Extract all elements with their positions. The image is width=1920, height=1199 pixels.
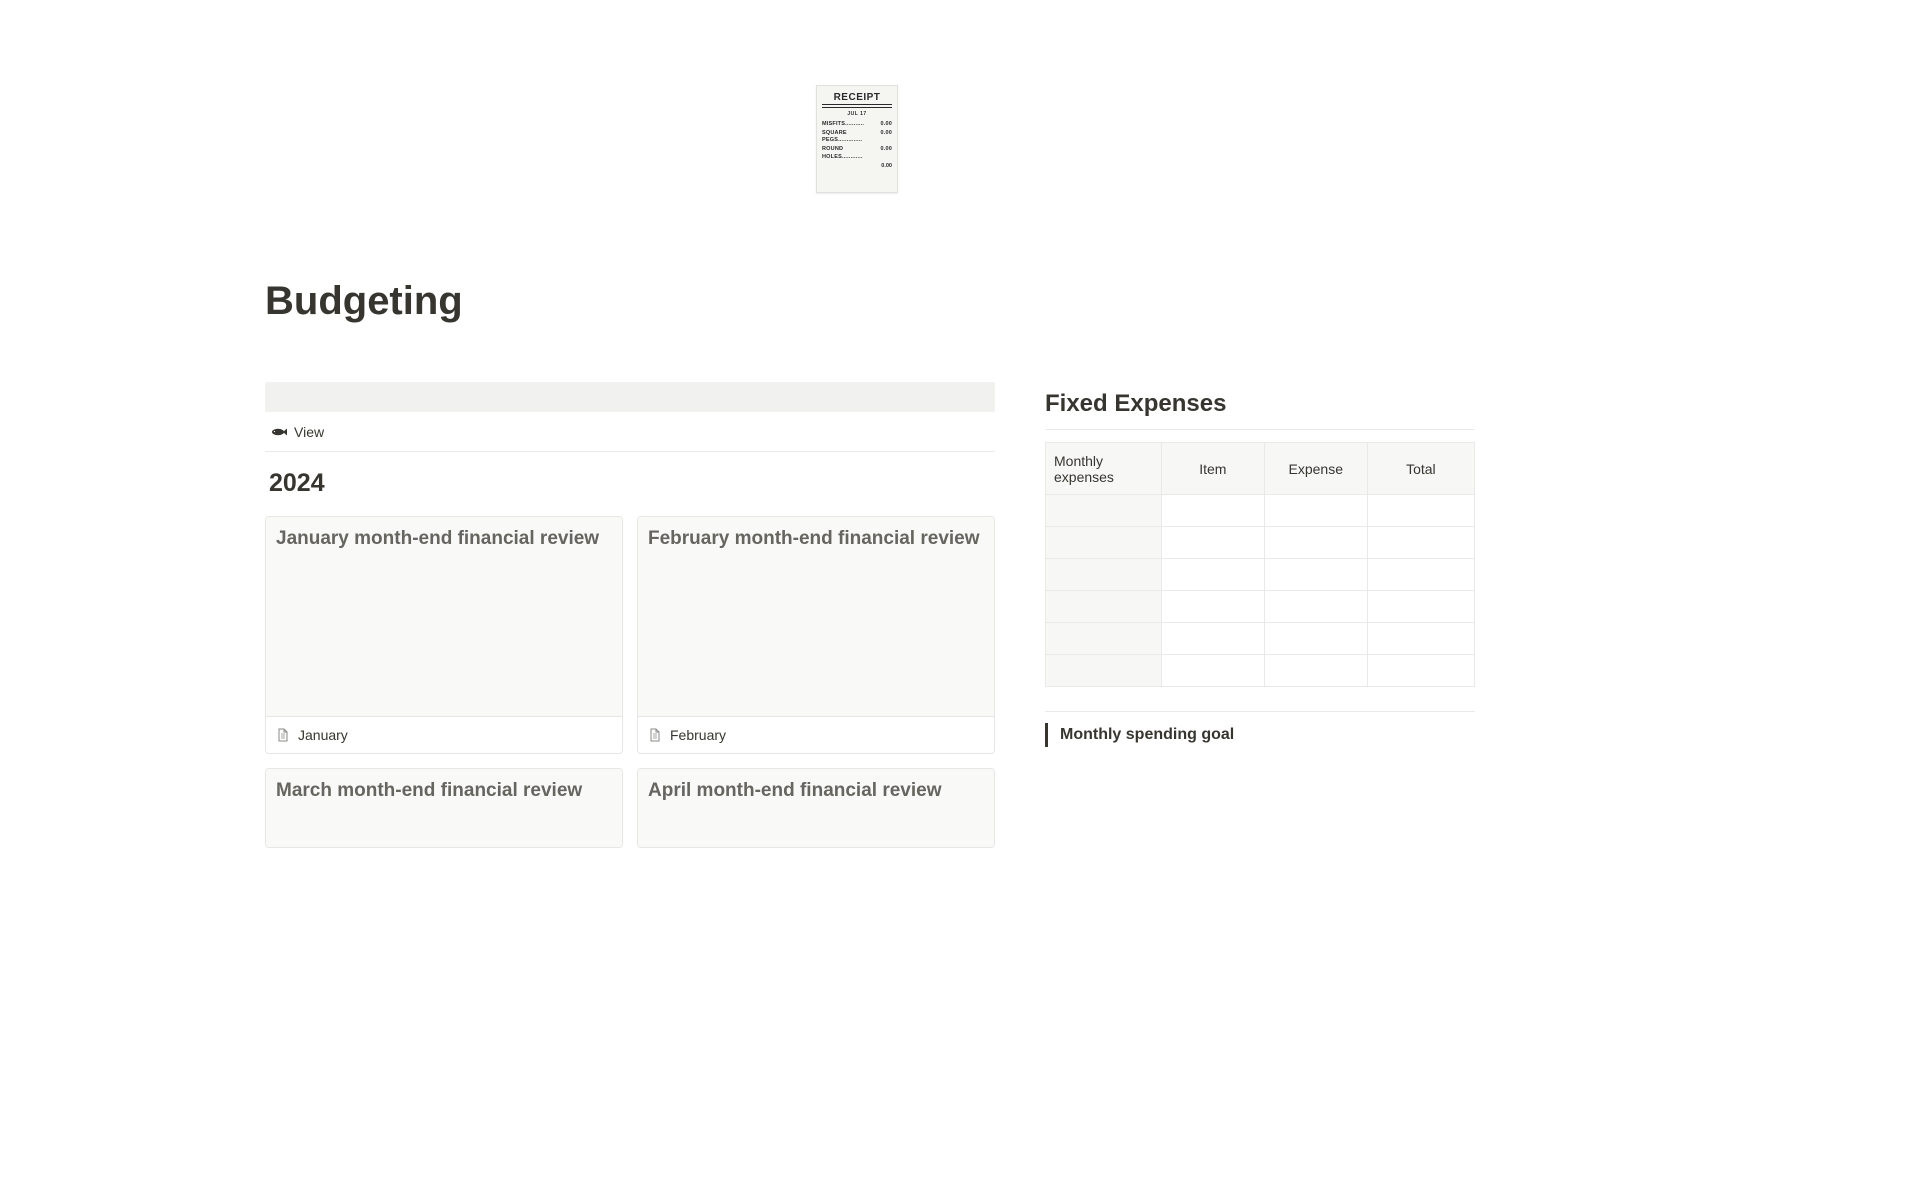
receipt-title: RECEIPT bbox=[822, 92, 892, 108]
page-icon bbox=[648, 728, 662, 742]
divider bbox=[1045, 711, 1475, 712]
card-body: March month-end financial review bbox=[266, 769, 622, 847]
card-body: February month-end financial review bbox=[638, 517, 994, 717]
receipt-total: 0.00 bbox=[822, 163, 892, 169]
gallery-card[interactable]: April month-end financial review bbox=[637, 768, 995, 848]
card-footer-label: February bbox=[670, 727, 726, 743]
fixed-expenses-title: Fixed Expenses bbox=[1045, 390, 1475, 430]
table-body bbox=[1046, 495, 1475, 687]
view-label: View bbox=[294, 424, 324, 440]
table-header[interactable]: Expense bbox=[1264, 443, 1367, 495]
table-row bbox=[1046, 591, 1475, 623]
card-footer: February bbox=[638, 717, 994, 753]
page-icon bbox=[276, 728, 290, 742]
monthly-spending-goal[interactable]: Monthly spending goal bbox=[1045, 723, 1475, 747]
gallery-card[interactable]: January month-end financial review Janua… bbox=[265, 516, 623, 754]
fixed-expenses-table: Monthly expenses Item Expense Total bbox=[1045, 442, 1475, 687]
card-footer-label: January bbox=[298, 727, 348, 743]
card-title: April month-end financial review bbox=[648, 780, 984, 802]
receipt-icon: RECEIPT JUL 17 MISFITS........... 0.00 S… bbox=[816, 85, 898, 193]
card-title: March month-end financial review bbox=[276, 780, 612, 802]
card-title: February month-end financial review bbox=[648, 528, 984, 550]
year-heading: 2024 bbox=[269, 469, 995, 498]
receipt-line: ROUND HOLES............ 0.00 bbox=[822, 146, 892, 160]
card-footer: January bbox=[266, 717, 622, 753]
fish-icon bbox=[271, 428, 287, 436]
card-body: January month-end financial review bbox=[266, 517, 622, 717]
table-row bbox=[1046, 655, 1475, 687]
gallery-card[interactable]: February month-end financial review Febr… bbox=[637, 516, 995, 754]
table-row bbox=[1046, 559, 1475, 591]
card-body: April month-end financial review bbox=[638, 769, 994, 847]
spending-goal-label: Monthly spending goal bbox=[1060, 726, 1234, 743]
page-title: Budgeting bbox=[265, 279, 1655, 324]
table-header[interactable]: Total bbox=[1367, 443, 1474, 495]
table-header[interactable]: Monthly expenses bbox=[1046, 443, 1162, 495]
card-title: January month-end financial review bbox=[276, 528, 612, 550]
receipt-line: MISFITS........... 0.00 bbox=[822, 121, 892, 128]
table-row bbox=[1046, 527, 1475, 559]
table-header[interactable]: Item bbox=[1161, 443, 1264, 495]
table-row bbox=[1046, 623, 1475, 655]
callout-placeholder bbox=[265, 382, 995, 412]
gallery-card[interactable]: March month-end financial review bbox=[265, 768, 623, 848]
table-row bbox=[1046, 495, 1475, 527]
receipt-line: SQUARE PEGS.............. 0.00 bbox=[822, 130, 892, 144]
view-tab[interactable]: View bbox=[265, 412, 995, 452]
receipt-date: JUL 17 bbox=[822, 111, 892, 117]
